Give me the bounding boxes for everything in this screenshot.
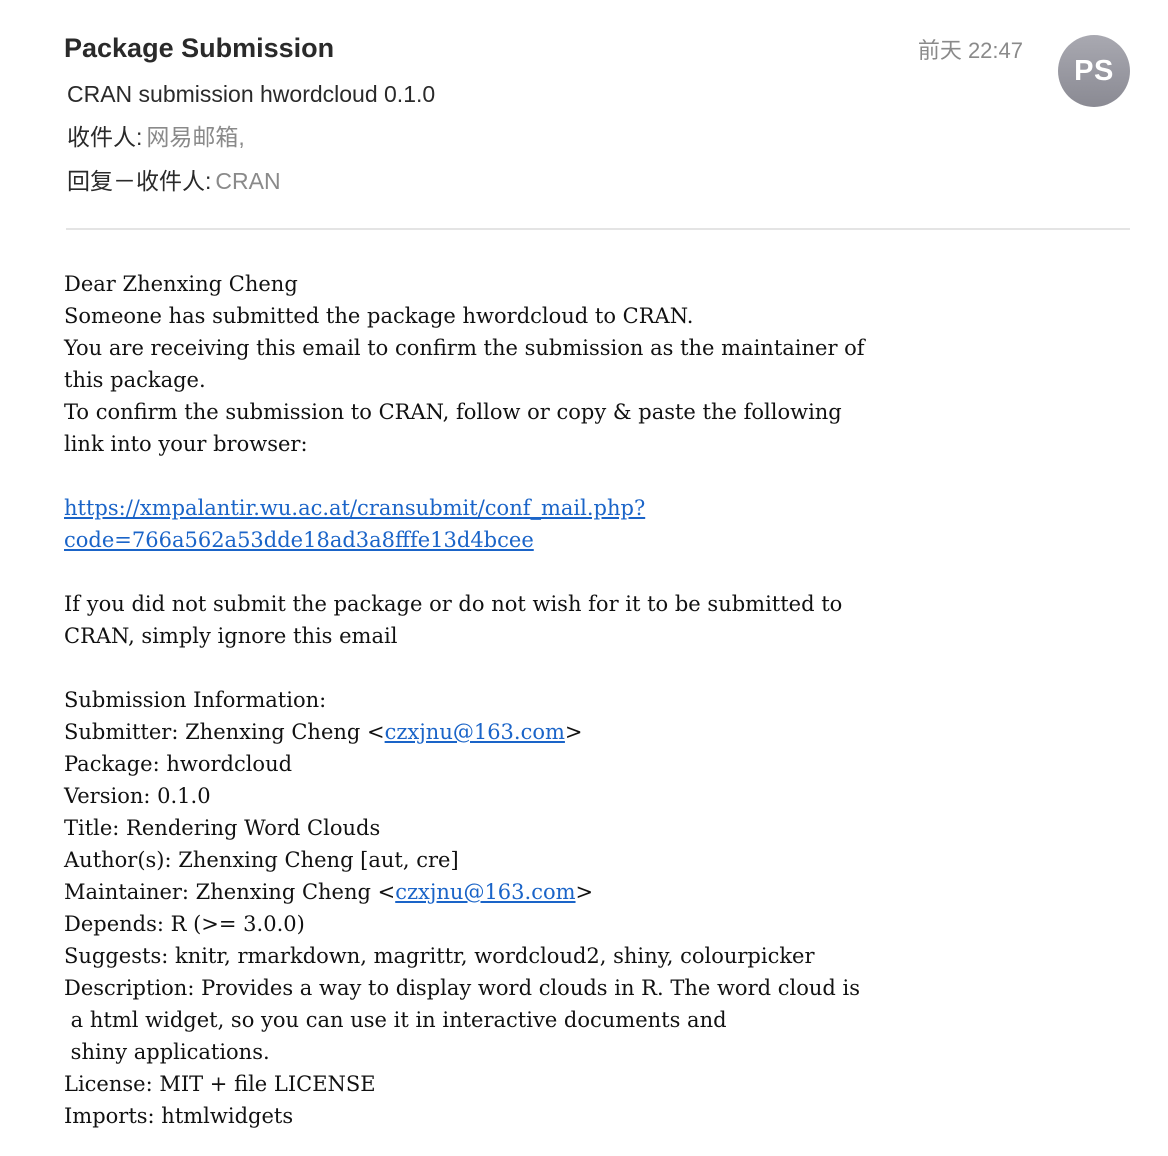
maintainer-prefix: Maintainer: Zhenxing Cheng < bbox=[64, 880, 396, 904]
confirm-link-line: https://xmpalantir.wu.ac.at/cransubmit/c… bbox=[64, 492, 1124, 524]
body-line: If you did not submit the package or do … bbox=[64, 592, 843, 616]
description-line: a html widget, so you can use it in inte… bbox=[64, 1008, 727, 1032]
description-line: shiny applications. bbox=[64, 1040, 270, 1064]
confirm-link[interactable]: https://xmpalantir.wu.ac.at/cransubmit/c… bbox=[64, 496, 645, 520]
confirm-link-code[interactable]: code=766a562a53dde18ad3a8fffe13d4bcee bbox=[64, 528, 534, 552]
avatar-initials: PS bbox=[1074, 54, 1114, 87]
imports-line: Imports: htmlwidgets bbox=[64, 1104, 294, 1128]
body-line: CRAN, simply ignore this email bbox=[64, 624, 398, 648]
maintainer-email-link[interactable]: czxjnu@163.com bbox=[395, 880, 575, 904]
body-line: To confirm the submission to CRAN, follo… bbox=[64, 400, 842, 424]
reply-to-label: 回复－收件人: bbox=[67, 168, 212, 194]
info-header: Submission Information: bbox=[64, 688, 327, 712]
header-divider bbox=[66, 228, 1130, 230]
email-suffix: > bbox=[575, 880, 594, 904]
submitter-prefix: Submitter: Zhenxing Cheng < bbox=[64, 720, 385, 744]
avatar: PS bbox=[1058, 35, 1130, 107]
maintainer-line: Maintainer: Zhenxing Cheng <czxjnu@163.c… bbox=[64, 876, 1124, 908]
body-line: You are receiving this email to confirm … bbox=[64, 336, 865, 360]
authors-line: Author(s): Zhenxing Cheng [aut, cre] bbox=[64, 848, 459, 872]
package-line: Package: hwordcloud bbox=[64, 752, 293, 776]
email-subject: CRAN submission hwordcloud 0.1.0 bbox=[67, 81, 436, 107]
license-line: License: MIT + file LICENSE bbox=[64, 1072, 376, 1096]
description-line: Description: Provides a way to display w… bbox=[64, 976, 860, 1000]
recipient-value[interactable]: 网易邮箱, bbox=[146, 124, 244, 150]
confirm-link-line: code=766a562a53dde18ad3a8fffe13d4bcee bbox=[64, 524, 1124, 556]
recipient-label: 收件人: bbox=[67, 124, 143, 150]
title-line: Title: Rendering Word Clouds bbox=[64, 816, 381, 840]
email-header: Package Submission CRAN submission hword… bbox=[0, 0, 1168, 232]
suggests-line: Suggests: knitr, rmarkdown, magrittr, wo… bbox=[64, 944, 815, 968]
email-body: Dear Zhenxing Cheng Someone has submitte… bbox=[64, 268, 1124, 1132]
greeting: Dear Zhenxing Cheng bbox=[64, 272, 298, 296]
reply-to-value[interactable]: CRAN bbox=[215, 168, 280, 194]
depends-line: Depends: R (>= 3.0.0) bbox=[64, 912, 305, 936]
email-suffix: > bbox=[564, 720, 583, 744]
body-line: link into your browser: bbox=[64, 432, 308, 456]
reply-to-row: 回复－收件人: CRAN bbox=[67, 165, 281, 197]
body-line: Someone has submitted the package hwordc… bbox=[64, 304, 694, 328]
body-line: this package. bbox=[64, 368, 206, 392]
recipient-row: 收件人: 网易邮箱, bbox=[67, 121, 245, 153]
email-date: 前天 22:47 bbox=[917, 38, 1023, 63]
submitter-email-link[interactable]: czxjnu@163.com bbox=[385, 720, 565, 744]
sender-name: Package Submission bbox=[64, 33, 335, 63]
version-line: Version: 0.1.0 bbox=[64, 784, 211, 808]
submitter-line: Submitter: Zhenxing Cheng <czxjnu@163.co… bbox=[64, 716, 1124, 748]
